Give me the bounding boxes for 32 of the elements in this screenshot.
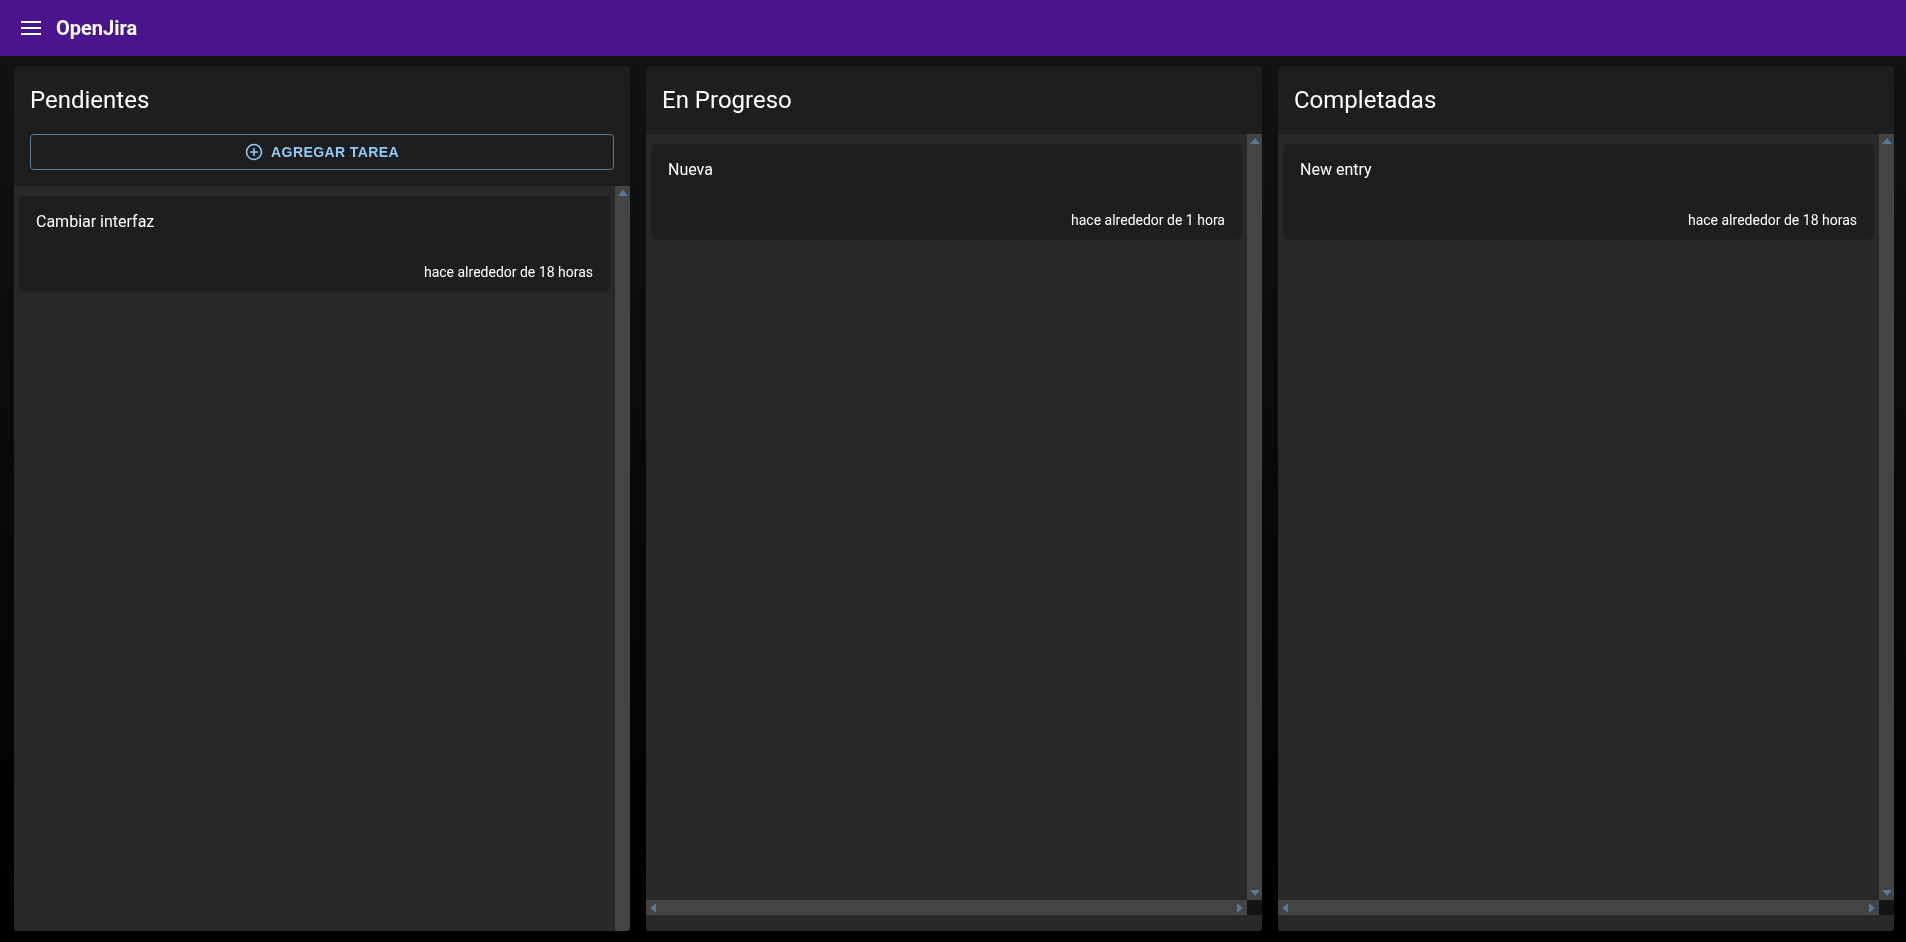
scrollbar-corner bbox=[1879, 900, 1894, 915]
scroll-up-icon[interactable] bbox=[1249, 138, 1260, 144]
column-title: Completadas bbox=[1293, 85, 1438, 116]
scroll-down-icon[interactable] bbox=[1881, 890, 1892, 896]
scroll-up-icon[interactable] bbox=[617, 190, 628, 196]
task-description: Nueva bbox=[668, 160, 714, 179]
task-description: New entry bbox=[1300, 160, 1373, 179]
add-task-button[interactable]: AGREGAR TAREA bbox=[30, 134, 614, 170]
vertical-scrollbar[interactable] bbox=[1247, 134, 1262, 900]
scroll-down-icon[interactable] bbox=[1249, 890, 1260, 896]
task-card[interactable]: New entry hace alrededor de 18 horas bbox=[1284, 144, 1873, 238]
task-card[interactable]: Nueva hace alrededor de 1 hora bbox=[652, 144, 1241, 238]
vertical-scrollbar[interactable] bbox=[1879, 134, 1894, 900]
task-time: hace alrededor de 18 horas bbox=[1687, 212, 1857, 228]
task-time: hace alrededor de 18 horas bbox=[423, 264, 593, 280]
menu-icon[interactable] bbox=[20, 20, 42, 36]
horizontal-scrollbar[interactable] bbox=[646, 900, 1247, 915]
add-circle-icon bbox=[245, 143, 264, 161]
app-title: OpenJira bbox=[56, 16, 138, 40]
column-title: En Progreso bbox=[661, 85, 793, 116]
task-card[interactable]: Cambiar interfaz hace alrededor de 18 horas bbox=[20, 196, 609, 290]
vertical-scrollbar[interactable] bbox=[615, 186, 630, 931]
scrollbar-corner bbox=[1247, 900, 1262, 915]
scroll-right-icon[interactable] bbox=[1237, 902, 1243, 913]
scroll-up-icon[interactable] bbox=[1881, 138, 1892, 144]
task-description: Cambiar interfaz bbox=[36, 212, 156, 231]
horizontal-scrollbar[interactable] bbox=[1278, 900, 1879, 915]
scroll-right-icon[interactable] bbox=[1869, 902, 1875, 913]
task-time: hace alrededor de 1 hora bbox=[1071, 212, 1225, 228]
column-title: Pendientes bbox=[29, 85, 151, 116]
scroll-left-icon[interactable] bbox=[650, 902, 656, 913]
scroll-left-icon[interactable] bbox=[1282, 902, 1288, 913]
